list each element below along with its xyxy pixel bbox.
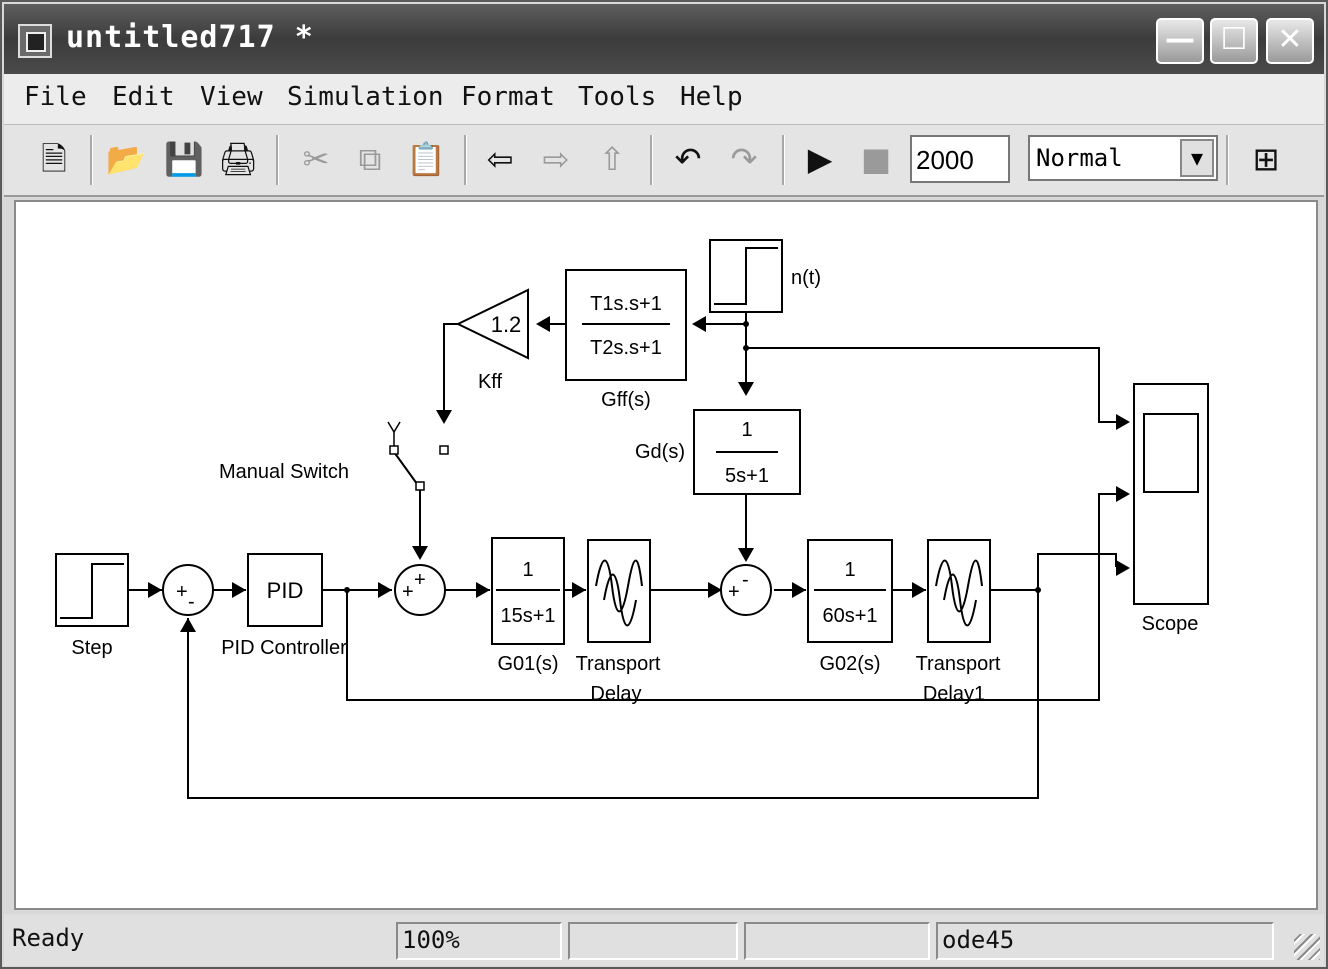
block-diagram: Step + - PID PID Controller Manual Switc… [55,239,1209,799]
sum2-plus-left: + [402,581,414,603]
pid-text: PID [267,578,304,603]
gd-numerator: 1 [741,419,752,441]
stop-icon[interactable]: ■ [854,137,898,181]
step-block[interactable]: Step [55,553,129,659]
toolbar-separator [650,135,653,185]
zoom-level: 100% [396,922,562,960]
td2-label-line2: Delay1 [923,683,985,705]
td2-label-line1: Transport [916,653,1001,675]
new-icon[interactable]: 🗎 [32,137,76,181]
back-icon[interactable]: ⇦ [478,137,522,181]
g02-label: G02(s) [819,653,880,675]
transport-delay1-block[interactable]: Transport Delay1 [916,539,1001,705]
solver-name: ode45 [936,922,1274,960]
sum3-plus: + [728,581,740,603]
title-bar[interactable]: untitled717 * — ☐ ✕ [4,4,1324,74]
sum-block-3[interactable]: + - [720,564,772,616]
simulation-mode-select[interactable]: Normal ▼ [1028,135,1218,181]
toolbar-separator [782,135,785,185]
g02-denominator: 60s+1 [822,605,877,627]
g02-block[interactable]: 1 60s+1 G02(s) [807,539,893,675]
chevron-down-icon[interactable]: ▼ [1180,139,1214,177]
gd-denominator: 5s+1 [725,465,769,487]
gd-block[interactable]: 1 5s+1 Gd(s) [635,409,801,495]
status-panel-empty-1 [568,922,738,960]
minimize-button[interactable]: — [1156,18,1204,64]
g01-denominator: 15s+1 [500,605,555,627]
simulink-model-icon [18,24,52,58]
redo-icon[interactable]: ↷ [722,137,766,181]
toolbar-separator [276,135,279,185]
up-icon[interactable]: ⇧ [590,137,634,181]
nt-label: n(t) [791,267,821,289]
status-bar: Ready 100% ode45 [4,914,1324,966]
td1-label-line2: Delay [590,683,641,705]
forward-icon[interactable]: ⇨ [534,137,578,181]
close-icon: ✕ [1277,22,1303,57]
menu-simulation[interactable]: Simulation [287,82,444,112]
print-icon[interactable]: 🖨 [216,137,260,181]
g02-numerator: 1 [844,559,855,581]
open-icon[interactable]: 📂 [104,137,148,181]
menu-edit[interactable]: Edit [112,82,175,112]
gff-block[interactable]: T1s.s+1 T2s.s+1 Gff(s) [565,269,687,411]
sum-block-2[interactable]: + + [394,564,446,616]
g01-label: G01(s) [497,653,558,675]
menu-view[interactable]: View [200,82,263,112]
copy-icon[interactable]: ⧉ [348,137,392,181]
maximize-button[interactable]: ☐ [1210,18,1258,64]
sum1-minus: - [188,591,195,613]
library-icon[interactable]: ⊞ [1244,137,1288,181]
toolbar-separator [464,135,467,185]
cut-icon[interactable]: ✂ [294,137,338,181]
paste-icon[interactable]: 📋 [404,137,448,181]
save-icon[interactable]: 💾 [162,137,206,181]
toolbar: 🗎 📂 💾 🖨 ✂ ⧉ 📋 ⇦ ⇨ ⇧ ↶ ↷ ▶ ■ 2000 Normal … [4,125,1324,197]
g01-block[interactable]: 1 15s+1 G01(s) [491,537,565,675]
menu-help[interactable]: Help [680,82,743,112]
status-text: Ready [12,924,85,952]
status-panel-empty-2 [744,922,930,960]
gff-denominator: T2s.s+1 [590,337,662,359]
simulink-window: untitled717 * — ☐ ✕ File Edit View Simul… [0,0,1328,969]
sum1-plus: + [176,581,188,603]
resize-grip-icon[interactable] [1294,934,1320,960]
maximize-icon: ☐ [1220,22,1248,57]
td1-label-line1: Transport [576,653,661,675]
gd-label: Gd(s) [635,441,685,463]
menu-tools[interactable]: Tools [578,82,656,112]
gff-numerator: T1s.s+1 [590,293,662,315]
scope-label: Scope [1142,613,1199,635]
window-title: untitled717 * [66,20,314,55]
pid-label: PID Controller [221,637,347,659]
stop-time-input[interactable]: 2000 [910,135,1010,183]
scope-block[interactable]: Scope [1133,383,1209,635]
switch-label: Manual Switch [219,461,349,483]
sum3-minus: - [742,569,749,591]
transport-delay-block[interactable]: Transport Delay [576,539,661,705]
toolbar-separator [90,135,93,185]
model-canvas[interactable]: Step + - PID PID Controller Manual Switc… [14,200,1318,910]
undo-icon[interactable]: ↶ [666,137,710,181]
nt-step-block[interactable]: n(t) [709,239,821,313]
step-label: Step [71,637,112,659]
sum-block-1[interactable]: + - [162,564,214,616]
kff-label: Kff [478,371,503,393]
pid-controller-block[interactable]: PID PID Controller [221,553,347,659]
g01-numerator: 1 [522,559,533,581]
menu-file[interactable]: File [24,82,87,112]
sum2-plus-top: + [414,569,426,591]
minimize-icon: — [1165,22,1195,57]
close-button[interactable]: ✕ [1266,18,1314,64]
start-icon[interactable]: ▶ [798,137,842,181]
menu-format[interactable]: Format [461,82,555,112]
gff-label: Gff(s) [601,389,651,411]
manual-switch-block[interactable]: Manual Switch [219,421,449,491]
kff-gain-block[interactable]: 1.2 Kff [455,288,529,393]
kff-gain-value: 1.2 [491,312,522,337]
toolbar-separator [1226,135,1229,185]
simulation-mode-value: Normal [1036,144,1123,172]
menu-bar: File Edit View Simulation Format Tools H… [4,74,1324,125]
